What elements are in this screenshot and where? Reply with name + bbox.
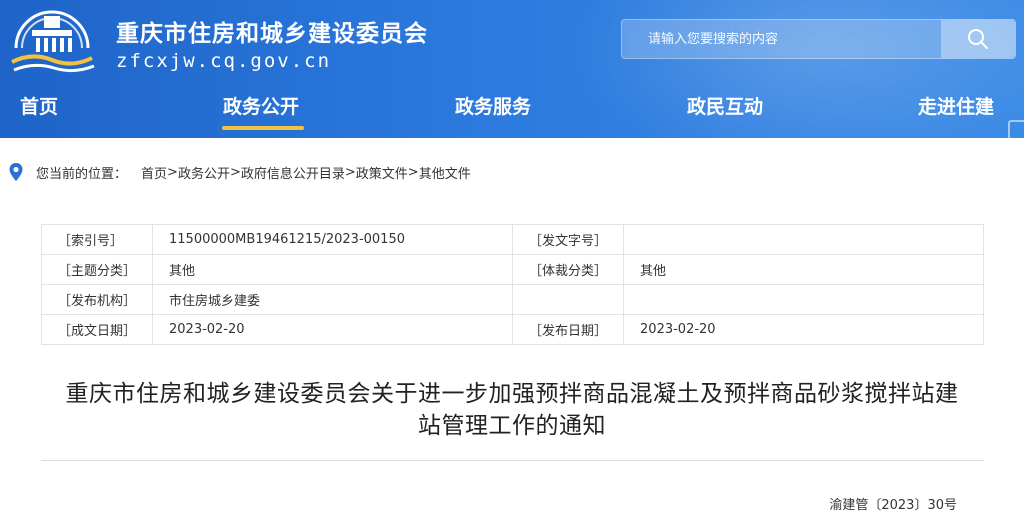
document-info-table: ［索引号］ 11500000MB19461215/2023-00150 ［发文字…	[40, 224, 984, 345]
main-nav: 首页 政务公开 政务服务 政民互动 走进住建	[0, 92, 1024, 132]
table-row: ［成文日期］ 2023-02-20 ［发布日期］ 2023-02-20	[40, 314, 984, 345]
breadcrumb-item-policy-docs[interactable]: 政策文件	[356, 163, 408, 182]
city-building-logo-icon[interactable]	[8, 10, 96, 74]
search-input[interactable]	[632, 20, 932, 58]
breadcrumb-separator: >	[344, 164, 356, 180]
nav-item-gov-affairs-open[interactable]: 政务公开	[223, 92, 299, 119]
breadcrumb-separator: >	[167, 164, 178, 180]
breadcrumb-item-gov-affairs-open[interactable]: 政务公开	[178, 163, 230, 182]
breadcrumb-item-home[interactable]: 首页	[141, 163, 167, 182]
genre-category-value: 其他	[623, 254, 984, 285]
site-header: 重庆市住房和城乡建设委员会 zfcxjw.cq.gov.cn 首页 政务公开 政…	[0, 0, 1024, 138]
breadcrumb: 您当前的位置： 首页 > 政务公开 > 政府信息公开目录 > 政策文件 > 其他…	[8, 160, 471, 184]
search-icon	[968, 29, 988, 49]
breadcrumb-item-info-catalog[interactable]: 政府信息公开目录	[241, 163, 345, 182]
title-divider	[41, 460, 984, 461]
nav-item-public-interaction[interactable]: 政民互动	[687, 92, 763, 119]
document-number: 渝建管〔2023〕30号	[829, 498, 957, 513]
search-box	[621, 19, 1016, 59]
scroll-edge-icon	[1008, 120, 1024, 138]
nav-active-indicator	[222, 126, 304, 130]
written-date-label: ［成文日期］	[40, 314, 154, 345]
document-title-line: 站管理工作的通知	[418, 413, 606, 439]
nav-item-gov-services[interactable]: 政务服务	[455, 92, 531, 119]
site-title: 重庆市住房和城乡建设委员会	[116, 21, 428, 47]
publish-date-value: 2023-02-20	[623, 314, 984, 345]
publisher-label: ［发布机构］	[40, 284, 154, 315]
breadcrumb-prefix: 您当前的位置：	[36, 166, 128, 182]
index-number-label: ［索引号］	[40, 224, 154, 255]
location-pin-icon	[9, 163, 23, 181]
publish-date-label: ［发布日期］	[512, 314, 625, 345]
index-number-value: 11500000MB19461215/2023-00150	[152, 224, 514, 255]
publisher-value: 市住房城乡建委	[152, 284, 514, 315]
issue-number-label: ［发文字号］	[512, 224, 625, 255]
issue-number-value	[623, 224, 984, 255]
written-date-value: 2023-02-20	[152, 314, 514, 345]
document-title-line: 重庆市住房和城乡建设委员会关于进一步加强预拌商品混凝土及预拌商品砂浆搅拌站建	[65, 381, 959, 407]
table-row: ［主题分类］ 其他 ［体裁分类］ 其他	[40, 254, 984, 285]
empty-cell	[512, 284, 625, 315]
table-row: ［发布机构］ 市住房城乡建委	[40, 284, 984, 315]
breadcrumb-separator: >	[229, 164, 241, 180]
topic-category-value: 其他	[152, 254, 514, 285]
table-row: ［索引号］ 11500000MB19461215/2023-00150 ［发文字…	[40, 224, 984, 255]
site-domain: zfcxjw.cq.gov.cn	[116, 50, 332, 72]
search-button[interactable]	[941, 20, 1015, 58]
nav-item-about[interactable]: 走进住建	[918, 92, 994, 119]
nav-item-home[interactable]: 首页	[20, 92, 58, 119]
breadcrumb-separator: >	[407, 164, 419, 180]
topic-category-label: ［主题分类］	[40, 254, 154, 285]
breadcrumb-item-other-docs[interactable]: 其他文件	[419, 163, 471, 182]
genre-category-label: ［体裁分类］	[512, 254, 625, 285]
document-title: 重庆市住房和城乡建设委员会关于进一步加强预拌商品混凝土及预拌商品砂浆搅拌站建 站…	[20, 378, 1004, 442]
empty-cell	[623, 284, 984, 315]
